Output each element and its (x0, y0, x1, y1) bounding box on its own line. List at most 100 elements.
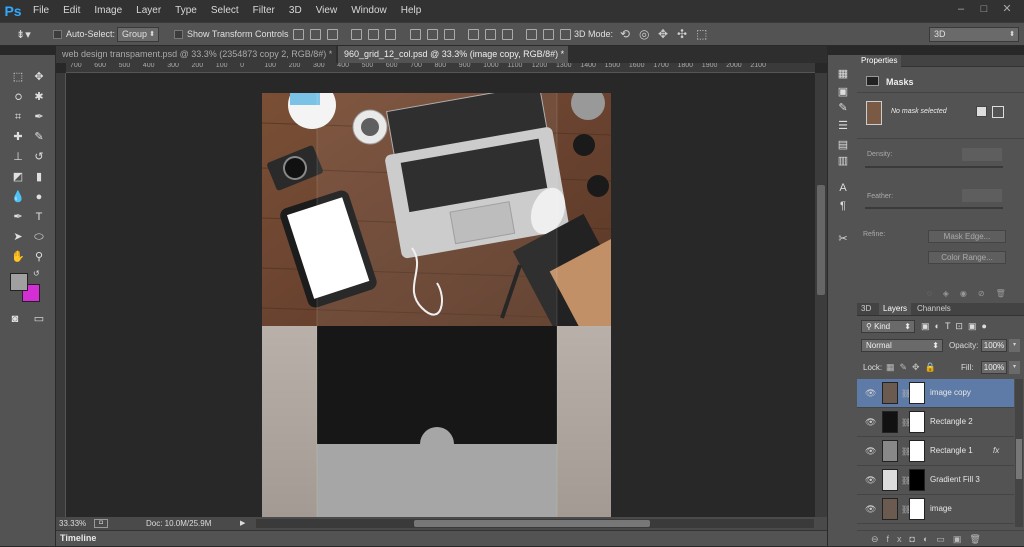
pen-tool-icon[interactable]: ✒ (9, 208, 27, 226)
menu-type[interactable]: Type (168, 0, 204, 22)
visibility-eye-icon[interactable]: 👁 (865, 475, 876, 486)
tool-presets-icon[interactable]: ✂ (836, 232, 850, 246)
align-distribute-icon[interactable] (526, 29, 537, 40)
brush-preset-icon[interactable]: ✎ (836, 101, 850, 115)
opacity-arrow-icon[interactable]: ▾ (1009, 339, 1020, 352)
align-distribute-icon[interactable] (468, 29, 479, 40)
show-transform-checkbox[interactable] (174, 30, 183, 39)
tab-960-grid[interactable]: 960_grid_12_col.psd @ 33.3% (image copy,… (338, 46, 568, 76)
swatches-icon[interactable]: ▥ (836, 154, 850, 168)
align-distribute-icon[interactable] (368, 29, 379, 40)
visibility-eye-icon[interactable]: 👁 (865, 446, 876, 457)
vertical-scrollbar[interactable] (815, 73, 827, 517)
path-select-tool-icon[interactable]: ➤ (9, 228, 27, 246)
auto-select-dropdown[interactable]: Group ⬍ (117, 27, 159, 42)
align-distribute-icon[interactable] (560, 29, 571, 40)
menu-filter[interactable]: Filter (246, 0, 282, 22)
layer-mask-thumbnail[interactable] (909, 382, 925, 404)
history-brush-tool-icon[interactable]: ↺ (30, 148, 48, 166)
layer-name[interactable]: Gradient Fill 3 (930, 475, 980, 484)
auto-select-checkbox[interactable] (53, 30, 62, 39)
opacity-field[interactable]: 100% (981, 339, 1007, 352)
type-tool-icon[interactable]: T (30, 208, 48, 226)
layer-effects-icon[interactable]: fx (993, 446, 999, 455)
menu-edit[interactable]: Edit (56, 0, 87, 22)
shape-tool-icon[interactable]: ⬭ (30, 228, 48, 246)
horizontal-scroll-thumb[interactable] (414, 520, 650, 527)
styles-icon[interactable]: ▤ (836, 138, 850, 152)
lock-icons[interactable]: ▦✎✥🔒 (886, 362, 941, 373)
menu-layer[interactable]: Layer (129, 0, 168, 22)
align-distribute-icon[interactable] (327, 29, 338, 40)
align-distribute-icon[interactable] (351, 29, 362, 40)
horizontal-scrollbar[interactable] (256, 519, 814, 528)
feather-slider[interactable] (865, 207, 1003, 209)
hand-tool-icon[interactable]: ✋ (9, 248, 27, 266)
menu-help[interactable]: Help (394, 0, 429, 22)
layer-name[interactable]: Rectangle 2 (930, 417, 973, 426)
paragraph-icon[interactable]: ¶ (836, 199, 850, 213)
zoom-tool-icon[interactable]: ⚲ (30, 248, 48, 266)
history-icon[interactable]: ▦ (836, 67, 850, 81)
scale-icon[interactable]: ⬚ (696, 27, 707, 41)
properties-footer-icons[interactable]: ◌◈◉⊘🗑 (927, 289, 1017, 298)
pan-icon[interactable]: ✥ (658, 27, 668, 41)
vertical-scroll-thumb[interactable] (817, 185, 825, 295)
layer-row[interactable]: 👁 ⛓ Rectangle 1 fx (857, 437, 1014, 466)
crop-tool-icon[interactable]: ⌗ (9, 108, 27, 126)
align-distribute-icon[interactable] (293, 29, 304, 40)
align-distribute-icon[interactable] (444, 29, 455, 40)
workspace-dropdown[interactable]: 3D ⬍ (929, 27, 1019, 42)
visibility-eye-icon[interactable]: 👁 (865, 504, 876, 515)
mask-edge-button[interactable]: Mask Edge... (928, 230, 1006, 243)
status-menu-arrow-icon[interactable]: ▶ (240, 517, 245, 530)
eyedropper-tool-icon[interactable]: ✒ (30, 108, 48, 126)
align-distribute-icon[interactable] (485, 29, 496, 40)
healing-tool-icon[interactable]: ✚ (9, 128, 27, 146)
layer-name[interactable]: Rectangle 1 (930, 446, 973, 455)
timeline-panel[interactable]: Timeline (56, 530, 827, 546)
stamp-tool-icon[interactable]: ⊥ (9, 148, 27, 166)
align-distribute-icon[interactable] (543, 29, 554, 40)
gradient-tool-icon[interactable]: ▮ (30, 168, 48, 186)
layer-name[interactable]: image (930, 504, 952, 513)
blend-mode-dropdown[interactable]: Normal ⬍ (861, 339, 943, 352)
marquee-tool-icon[interactable]: ⬚ (9, 68, 27, 86)
adjustments-icon[interactable]: ☰ (836, 119, 850, 133)
align-distribute-icon[interactable] (502, 29, 513, 40)
properties-dock-icon[interactable]: ▣ (836, 85, 850, 99)
move-tool-icon[interactable]: ✥ (30, 68, 48, 86)
layer-filter-icons[interactable]: ▣◐T⊡▣● (921, 321, 992, 332)
minimize-button[interactable]: – (950, 0, 972, 18)
visibility-eye-icon[interactable]: 👁 (865, 417, 876, 428)
quick-select-tool-icon[interactable]: ✱ (30, 88, 48, 106)
color-range-button[interactable]: Color Range... (928, 251, 1006, 264)
align-distribute-icon[interactable] (410, 29, 421, 40)
kind-filter-dropdown[interactable]: ⚲ Kind ⬍ (861, 320, 915, 333)
brush-tool-icon[interactable]: ✎ (30, 128, 48, 146)
align-distribute-icon[interactable] (310, 29, 321, 40)
layer-row[interactable]: 👁 ⛓ image (857, 495, 1014, 524)
tab-properties[interactable]: Properties (857, 55, 902, 67)
close-button[interactable]: ✕ (996, 0, 1018, 18)
tab-channels[interactable]: Channels (913, 303, 955, 315)
fill-arrow-icon[interactable]: ▾ (1009, 361, 1020, 374)
roll-icon[interactable]: ◎ (639, 27, 649, 41)
menu-view[interactable]: View (309, 0, 345, 22)
density-slider[interactable] (865, 166, 1003, 168)
status-icon[interactable]: ◘ (94, 519, 108, 528)
layer-mask-thumbnail[interactable] (909, 498, 925, 520)
screen-mode-icon[interactable]: ▭ (30, 310, 48, 328)
menu-3d[interactable]: 3D (282, 0, 309, 22)
layer-mask-thumbnail[interactable] (909, 440, 925, 462)
foreground-color-swatch[interactable] (10, 273, 28, 291)
layer-row[interactable]: 👁 ⛓ Gradient Fill 3 (857, 466, 1014, 495)
align-distribute-icon[interactable] (385, 29, 396, 40)
tab-layers[interactable]: Layers (879, 303, 912, 315)
quick-mask-icon[interactable]: ◙ (6, 310, 24, 328)
restore-button[interactable]: □ (973, 0, 995, 18)
artboard[interactable] (262, 93, 611, 517)
menu-image[interactable]: Image (87, 0, 129, 22)
slide-icon[interactable]: ✣ (677, 27, 687, 41)
layer-mask-thumbnail[interactable] (909, 469, 925, 491)
